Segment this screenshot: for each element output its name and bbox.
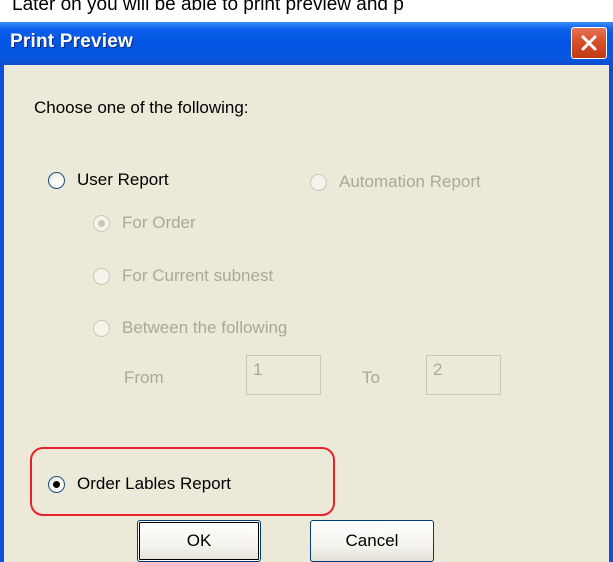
between-following-label: Between the following [122,318,288,337]
order-labels-report-label: Order Lables Report [77,474,232,493]
for-order-radio[interactable] [93,214,110,232]
automation-report-label: Automation Report [339,172,481,191]
dialog-titlebar[interactable]: Print Preview [0,22,613,65]
order-labels-report-radio[interactable] [48,475,65,493]
between-following-option[interactable]: Between the following [93,318,287,338]
order-labels-report-option[interactable]: Order Lables Report [48,474,231,494]
dialog-title: Print Preview [10,31,133,52]
user-report-label: User Report [77,170,169,189]
close-button[interactable] [571,27,607,59]
ok-button[interactable]: OK [137,520,261,562]
close-icon [581,35,597,51]
radio-selected-dot [98,219,105,227]
radio-selected-dot [53,480,60,488]
for-order-option[interactable]: For Order [93,213,196,233]
to-label: To [362,368,380,387]
for-current-subnest-option[interactable]: For Current subnest [93,266,273,286]
for-current-subnest-radio[interactable] [93,267,110,285]
cancel-button[interactable]: Cancel [310,520,434,562]
to-input[interactable]: 2 [426,355,501,395]
background-document-text: Later on you will be able to print previ… [12,0,404,15]
print-preview-dialog: Print Preview Choose one of the followin… [0,22,613,562]
for-order-label: For Order [122,213,196,232]
user-report-radio[interactable] [48,171,65,189]
dialog-prompt: Choose one of the following: [34,98,249,117]
from-label: From [124,368,164,387]
for-current-subnest-label: For Current subnest [122,266,274,285]
automation-report-option[interactable]: Automation Report [310,172,481,192]
automation-report-radio[interactable] [310,173,327,191]
from-input[interactable]: 1 [246,355,321,395]
user-report-option[interactable]: User Report [48,170,169,190]
between-following-radio[interactable] [93,319,110,337]
